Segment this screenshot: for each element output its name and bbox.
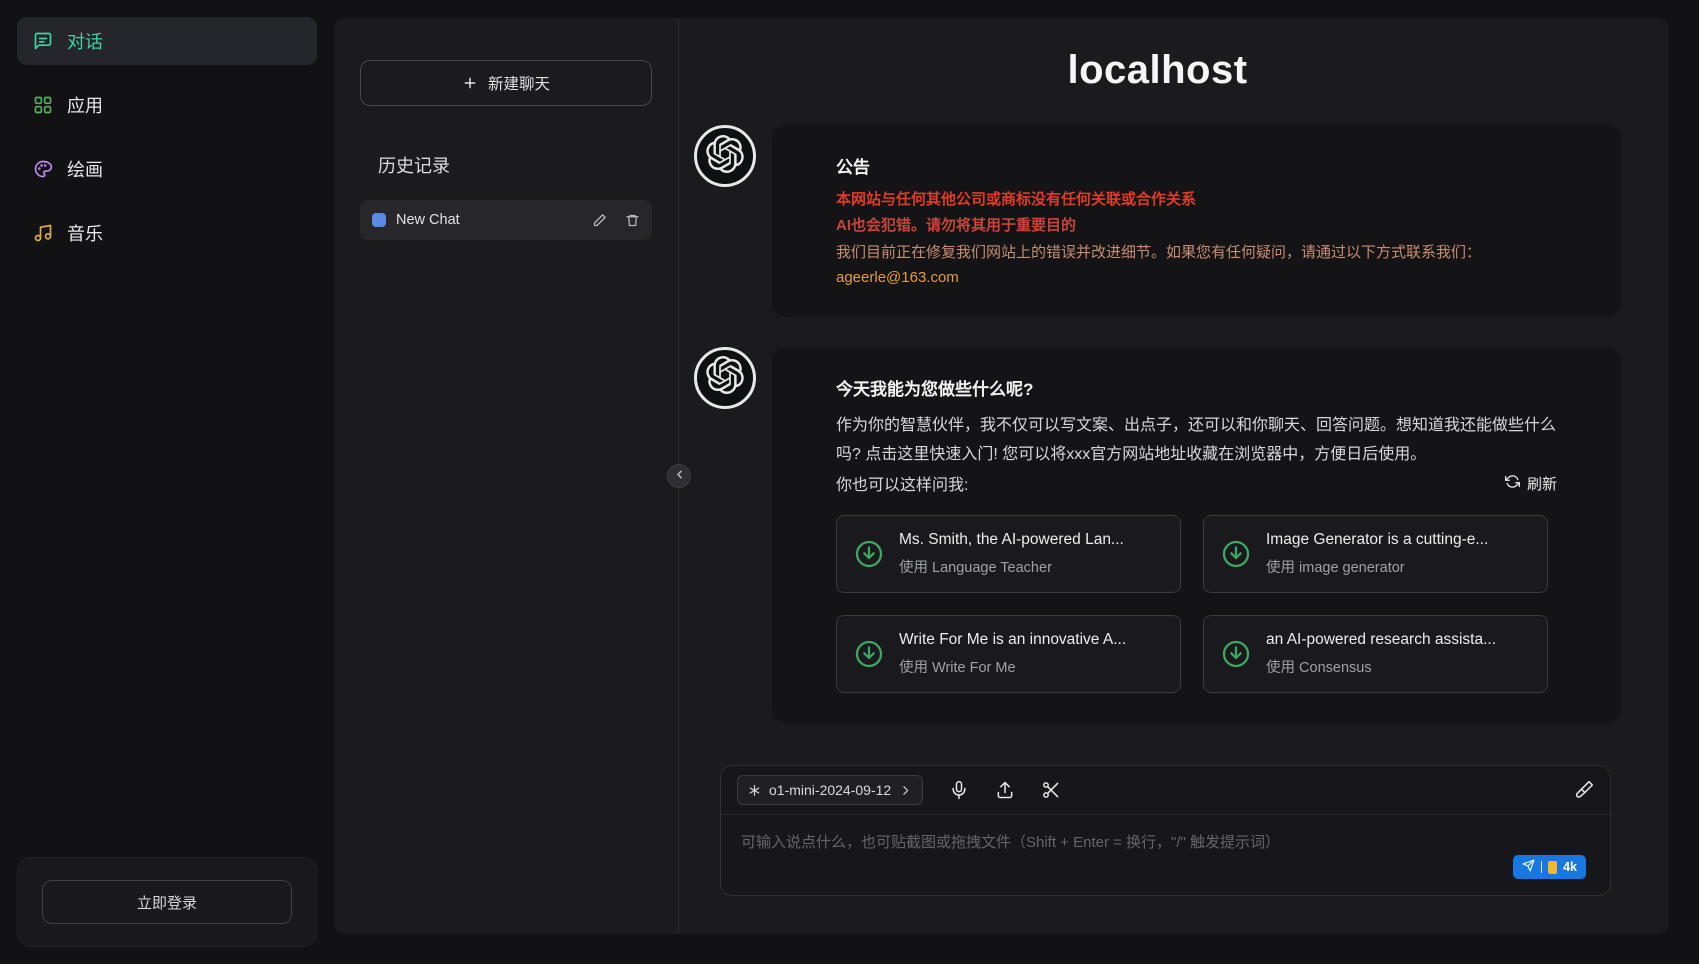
scissors-button[interactable] [1041, 780, 1061, 800]
sidebar: 对话 应用 绘画 音乐 立即登录 [0, 0, 334, 964]
contact-email-link[interactable]: ageerle@163.com [836, 269, 959, 286]
token-count: 4k [1563, 860, 1577, 874]
suggestion-title: Write For Me is an innovative A... [899, 631, 1126, 649]
suggestion-subtitle: 使用 Consensus [1266, 656, 1496, 677]
new-chat-button[interactable]: 新建聊天 [360, 60, 652, 106]
chat-title: New Chat [396, 212, 574, 228]
chat-history-item[interactable]: New Chat [360, 200, 652, 240]
model-label: o1-mini-2024-09-12 [769, 782, 891, 798]
sidebar-item-drawing[interactable]: 绘画 [17, 145, 317, 193]
suggestion-card[interactable]: an AI-powered research assista... 使用 Con… [1203, 615, 1548, 693]
message-bubble-welcome: 今天我能为您做些什么呢? 作为你的智慧伙伴，我不仅可以写文案、出点子，还可以和你… [772, 347, 1621, 724]
new-chat-label: 新建聊天 [488, 72, 550, 94]
suggestion-card[interactable]: Ms. Smith, the AI-powered Lan... 使用 Lang… [836, 515, 1181, 593]
chat-list-panel: 新建聊天 历史记录 New Chat [334, 18, 679, 934]
composer: o1-mini-2024-09-12 [720, 765, 1611, 896]
assistant-avatar [694, 125, 756, 187]
app: 对话 应用 绘画 音乐 立即登录 [0, 0, 1699, 964]
content-panel: 新建聊天 历史记录 New Chat [334, 18, 1669, 934]
paper-plane-icon [1522, 859, 1535, 875]
brush-icon [1574, 780, 1594, 800]
clear-button[interactable] [1574, 780, 1594, 800]
assistant-avatar [694, 347, 756, 409]
badge-divider [1541, 861, 1542, 873]
edit-chat-button[interactable] [592, 213, 607, 228]
upload-icon [995, 780, 1015, 800]
openai-logo-icon [706, 135, 744, 178]
suggestion-title: Ms. Smith, the AI-powered Lan... [899, 531, 1124, 549]
openai-logo-icon [706, 356, 744, 399]
sidebar-item-apps[interactable]: 应用 [17, 81, 317, 129]
chat-bubble-icon [33, 31, 53, 51]
model-selector[interactable]: o1-mini-2024-09-12 [737, 775, 923, 805]
message-announcement: 公告 本网站与任何其他公司或商标没有任何关联或合作关系 AI也会犯错。请勿将其用… [694, 125, 1621, 317]
sparkle-icon [748, 784, 761, 797]
apps-grid-icon [33, 95, 53, 115]
chat-area: localhost 公告 本网站与任何其他公司或商标没有任何关联或合作关系 AI… [679, 18, 1669, 934]
palette-icon [33, 159, 53, 179]
chat-color-swatch [372, 213, 386, 227]
suggestion-subtitle: 使用 Language Teacher [899, 556, 1124, 577]
send-button[interactable]: 4k [1513, 855, 1586, 879]
circle-arrow-down-icon [853, 538, 885, 570]
sidebar-item-label: 对话 [67, 28, 103, 54]
circle-arrow-down-icon [853, 638, 885, 670]
refresh-icon [1505, 474, 1520, 493]
history-title: 历史记录 [378, 152, 652, 178]
circle-arrow-down-icon [1220, 538, 1252, 570]
edit-icon [592, 213, 607, 228]
upload-button[interactable] [995, 780, 1015, 800]
circle-arrow-down-icon [1220, 638, 1252, 670]
mic-icon [949, 780, 969, 800]
suggestion-title: an AI-powered research assista... [1266, 631, 1496, 649]
sidebar-item-chat[interactable]: 对话 [17, 17, 317, 65]
login-panel: 立即登录 [17, 857, 317, 947]
suggestion-subtitle: 使用 Write For Me [899, 656, 1126, 677]
announcement-line-2: AI也会犯错。请勿将其用于重要目的 [836, 214, 1557, 237]
announcement-title: 公告 [836, 153, 1557, 178]
announcement-line-3: 我们目前正在修复我们网站上的错误并改进细节。如果您有任何疑问，请通过以下方式联系… [836, 241, 1557, 264]
page-title: localhost [694, 48, 1621, 93]
scissors-icon [1041, 780, 1061, 800]
ask-hint: 你也可以这样问我: [836, 471, 968, 495]
suggestions-grid: Ms. Smith, the AI-powered Lan... 使用 Lang… [836, 515, 1557, 693]
login-button[interactable]: 立即登录 [42, 880, 292, 924]
welcome-body: 作为你的智慧伙伴，我不仅可以写文案、出点子，还可以和你聊天、回答问题。想知道我还… [836, 412, 1557, 470]
trash-icon [625, 213, 640, 228]
mic-button[interactable] [949, 780, 969, 800]
refresh-button[interactable]: 刷新 [1505, 473, 1557, 494]
welcome-title: 今天我能为您做些什么呢? [836, 375, 1557, 400]
sidebar-item-label: 绘画 [67, 156, 103, 182]
message-welcome: 今天我能为您做些什么呢? 作为你的智慧伙伴，我不仅可以写文案、出点子，还可以和你… [694, 347, 1621, 724]
chevron-right-icon [899, 784, 912, 797]
sidebar-item-music[interactable]: 音乐 [17, 209, 317, 257]
plus-icon [462, 75, 478, 91]
suggestion-subtitle: 使用 image generator [1266, 556, 1488, 577]
refresh-label: 刷新 [1527, 473, 1557, 494]
message-bubble-announcement: 公告 本网站与任何其他公司或商标没有任何关联或合作关系 AI也会犯错。请勿将其用… [772, 125, 1621, 317]
composer-toolbar: o1-mini-2024-09-12 [721, 766, 1610, 815]
message-input[interactable] [721, 815, 1361, 895]
announcement-line-1: 本网站与任何其他公司或商标没有任何关联或合作关系 [836, 188, 1557, 211]
sidebar-nav: 对话 应用 绘画 音乐 [17, 17, 317, 257]
delete-chat-button[interactable] [625, 213, 640, 228]
chevron-left-icon [673, 468, 686, 484]
suggestion-card[interactable]: Write For Me is an innovative A... 使用 Wr… [836, 615, 1181, 693]
sidebar-item-label: 音乐 [67, 220, 103, 246]
suggestion-card[interactable]: Image Generator is a cutting-e... 使用 ima… [1203, 515, 1548, 593]
suggestion-title: Image Generator is a cutting-e... [1266, 531, 1488, 549]
battery-icon [1548, 861, 1557, 874]
collapse-panel-button[interactable] [667, 464, 691, 488]
sidebar-item-label: 应用 [67, 92, 103, 118]
music-note-icon [33, 223, 53, 243]
